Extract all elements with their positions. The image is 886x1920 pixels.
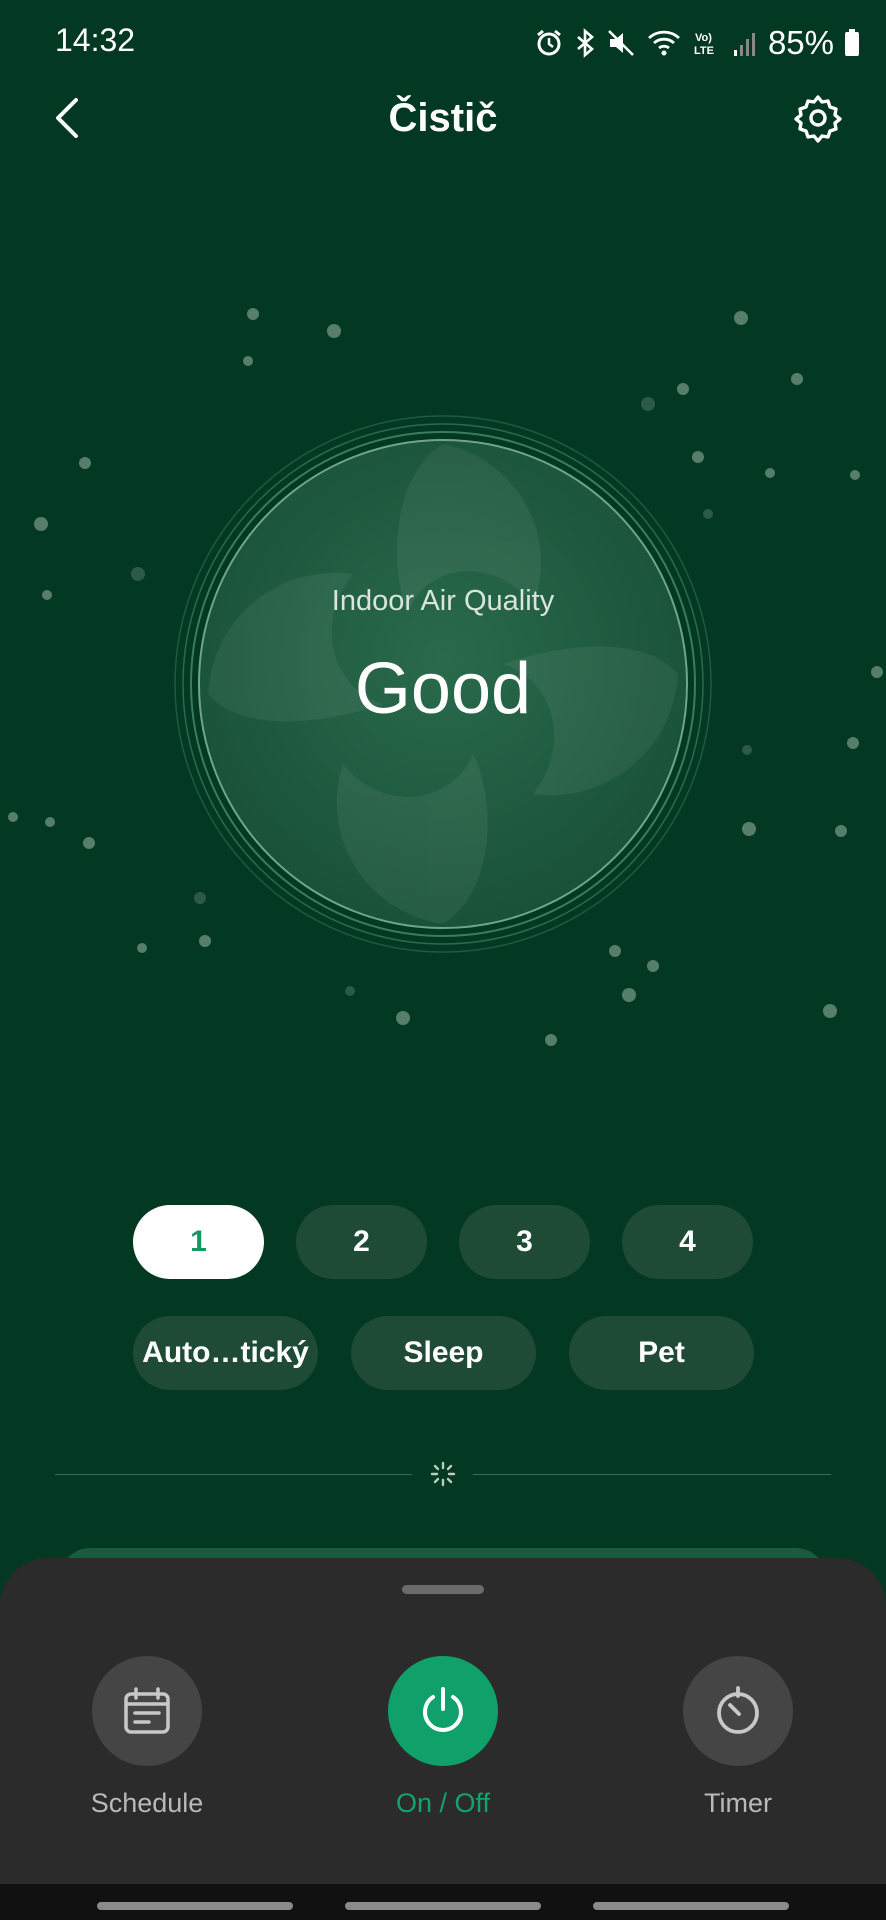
timer-button[interactable] [683, 1656, 793, 1766]
loading-spinner-icon [430, 1461, 456, 1487]
calendar-icon [124, 1687, 170, 1734]
mode-button-pet[interactable]: Pet [569, 1316, 754, 1390]
mode-button-sleep[interactable]: Sleep [351, 1316, 536, 1390]
air-quality-label: Indoor Air Quality [331, 585, 555, 617]
sheet-handle[interactable] [402, 1585, 484, 1594]
speed-button-2[interactable]: 2 [296, 1205, 427, 1279]
air-quality-value: Good [354, 649, 532, 729]
system-nav-bar [0, 1884, 886, 1920]
section-divider [55, 1461, 831, 1487]
timer-icon [717, 1686, 759, 1734]
mode-selector: Auto…tický Sleep Pet [133, 1316, 754, 1390]
timer-action: Timer [658, 1656, 818, 1819]
mode-button-auto[interactable]: Auto…tický [133, 1316, 318, 1390]
fan-speed-selector: 1 2 3 4 [133, 1205, 753, 1279]
power-action: On / Off [363, 1656, 523, 1819]
nav-home-button[interactable] [345, 1902, 541, 1910]
schedule-label: Schedule [90, 1788, 204, 1818]
schedule-action: Schedule [67, 1656, 227, 1819]
speed-button-3[interactable]: 3 [459, 1205, 590, 1279]
speed-button-4[interactable]: 4 [622, 1205, 753, 1279]
power-button[interactable] [388, 1656, 498, 1766]
nav-recent-button[interactable] [97, 1902, 293, 1910]
nav-back-button[interactable] [593, 1902, 789, 1910]
power-icon [423, 1687, 463, 1732]
power-label: On / Off [395, 1788, 491, 1818]
timer-label: Timer [704, 1788, 772, 1818]
speed-button-1[interactable]: 1 [133, 1205, 264, 1279]
schedule-button[interactable] [92, 1656, 202, 1766]
bottom-sheet: Schedule On / Off Timer [0, 1558, 886, 1884]
